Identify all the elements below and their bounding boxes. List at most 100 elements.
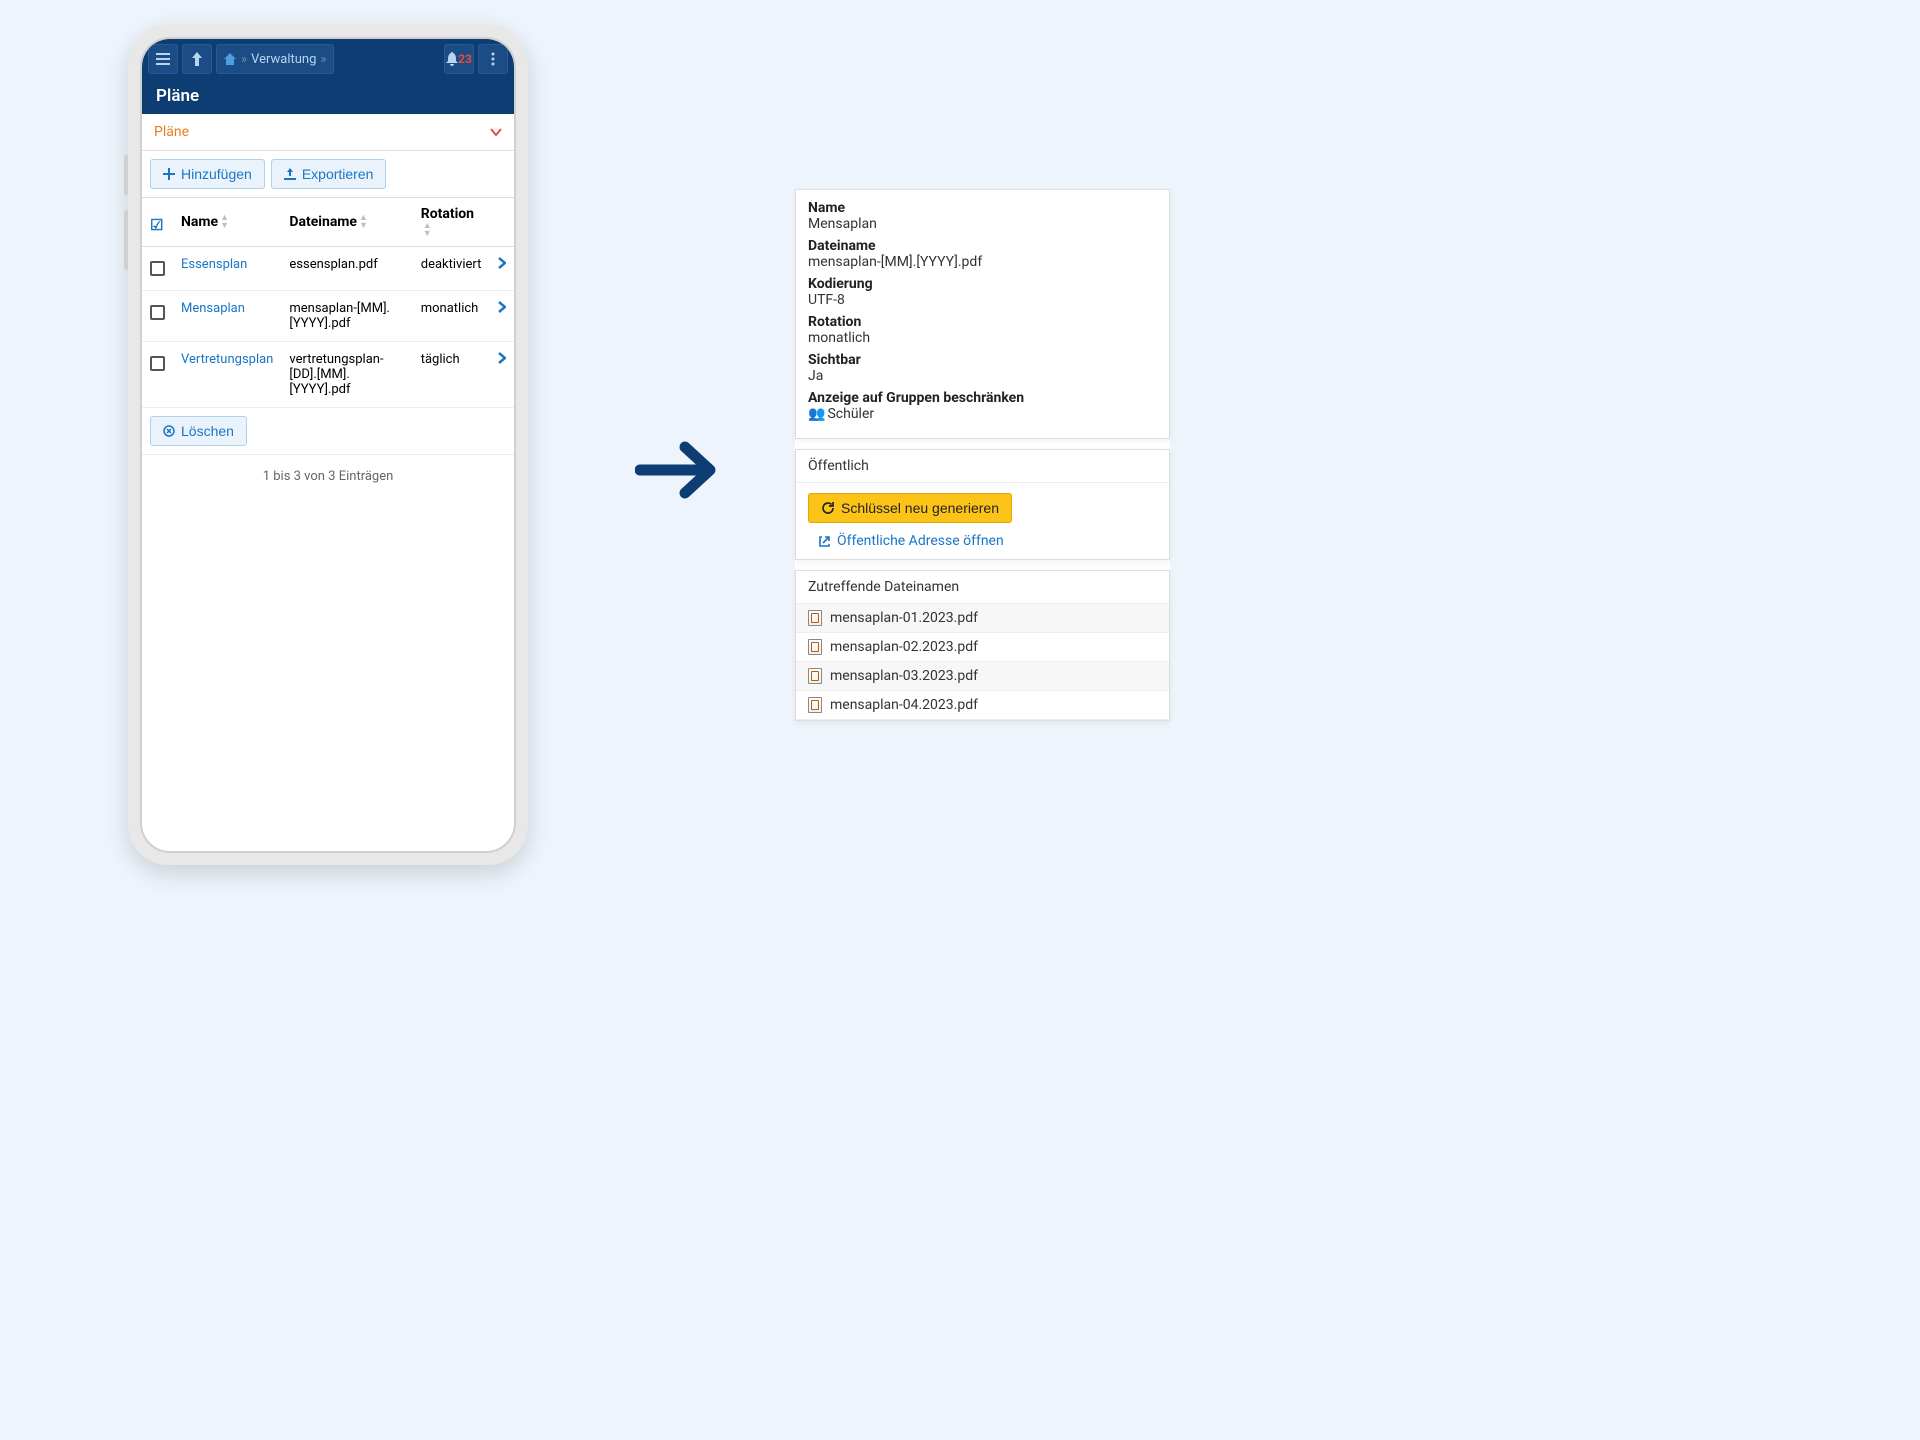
plus-icon [163,168,175,180]
row-filename: vertretungsplan-[DD].[MM].[YYYY].pdf [281,342,412,408]
row-filename: mensaplan-[MM].[YYYY].pdf [281,291,412,342]
add-label: Hinzufügen [181,166,252,182]
detail-encoding-label: Kodierung [808,276,1157,292]
section-title: Pläne [154,124,189,140]
row-rotation: deaktiviert [413,247,490,291]
delete-label: Löschen [181,423,234,439]
row-rotation: monatlich [413,291,490,342]
column-name[interactable]: Name▲▼ [173,198,281,247]
notification-button[interactable]: 23 [444,44,474,74]
sort-icon: ▲▼ [220,214,229,230]
file-name: mensaplan-01.2023.pdf [830,610,978,626]
detail-name-label: Name [808,200,1157,216]
select-all-column[interactable]: ☑ [142,198,173,247]
breadcrumb-separator: » [241,52,247,67]
arrow-up-icon [191,52,203,66]
refresh-icon [821,501,835,515]
row-checkbox-cell[interactable] [142,342,173,408]
detail-filename-value: mensaplan-[MM].[YYYY].pdf [808,254,1157,270]
external-link-icon [818,535,831,548]
dots-vertical-icon [491,52,495,66]
detail-panel: NameMensaplan Dateinamemensaplan-[MM].[Y… [795,189,1170,721]
section-header[interactable]: Pläne [142,114,514,151]
transition-arrow [630,430,730,510]
plans-table: ☑ Name▲▼ Dateiname▲▼ Rotation▲▼ Essenspl… [142,197,514,408]
file-item[interactable]: mensaplan-01.2023.pdf [796,604,1169,633]
detail-rotation-label: Rotation [808,314,1157,330]
detail-visible-label: Sichtbar [808,352,1157,368]
sort-icon: ▲▼ [423,222,432,238]
checkbox-icon [150,356,165,371]
detail-encoding-value: UTF-8 [808,292,1157,308]
detail-groups-value: 👥 Schüler [808,406,1157,422]
menu-button[interactable] [148,44,178,74]
breadcrumb-item: Verwaltung [251,52,316,67]
check-all-icon: ☑ [150,216,163,234]
export-button[interactable]: Exportieren [271,159,387,189]
phone-side-button [124,210,128,270]
detail-name-value: Mensaplan [808,216,1157,232]
row-name-link[interactable]: Essensplan [181,257,247,272]
phone-mockup: » Verwaltung » 23 Pläne Pläne [128,25,528,865]
delete-icon [163,425,175,437]
table-row[interactable]: Mensaplan mensaplan-[MM].[YYYY].pdf mona… [142,291,514,342]
detail-filename-label: Dateiname [808,238,1157,254]
detail-rotation-value: monatlich [808,330,1157,346]
file-name: mensaplan-04.2023.pdf [830,697,978,713]
app-header: » Verwaltung » 23 Pläne [142,39,514,114]
page-title: Pläne [142,79,514,114]
column-rotation[interactable]: Rotation▲▼ [413,198,490,247]
file-icon [808,697,822,713]
file-name: mensaplan-03.2023.pdf [830,668,978,684]
breadcrumb-separator: » [320,52,326,67]
phone-side-button [124,155,128,195]
row-name-link[interactable]: Vertretungsplan [181,352,273,367]
row-expand[interactable] [490,247,514,291]
row-name-link[interactable]: Mensaplan [181,301,245,316]
checkbox-icon [150,305,165,320]
column-filename[interactable]: Dateiname▲▼ [281,198,412,247]
table-row[interactable]: Vertretungsplan vertretungsplan-[DD].[MM… [142,342,514,408]
row-expand[interactable] [490,342,514,408]
regenerate-key-label: Schlüssel neu generieren [841,500,999,516]
notification-count: 23 [458,52,472,66]
table-row[interactable]: Essensplan essensplan.pdf deaktiviert [142,247,514,291]
public-header: Öffentlich [796,450,1169,483]
up-button[interactable] [182,44,212,74]
chevron-right-icon [498,301,506,313]
row-filename: essensplan.pdf [281,247,412,291]
open-public-url-link[interactable]: Öffentliche Adresse öffnen [808,533,1004,549]
home-icon [223,52,237,66]
chevron-down-icon [490,128,502,136]
detail-groups-label: Anzeige auf Gruppen beschränken [808,390,1157,406]
export-label: Exportieren [302,166,374,182]
row-expand[interactable] [490,291,514,342]
bell-icon [446,52,458,66]
sort-icon: ▲▼ [359,214,368,230]
checkbox-icon [150,261,165,276]
row-rotation: täglich [413,342,490,408]
add-button[interactable]: Hinzufügen [150,159,265,189]
file-icon [808,639,822,655]
file-item[interactable]: mensaplan-04.2023.pdf [796,691,1169,720]
detail-visible-value: Ja [808,368,1157,384]
chevron-right-icon [498,352,506,364]
breadcrumb[interactable]: » Verwaltung » [216,44,334,74]
row-checkbox-cell[interactable] [142,291,173,342]
hamburger-icon [156,53,170,65]
table-footer-info: 1 bis 3 von 3 Einträgen [142,454,514,498]
export-icon [284,168,296,180]
file-item[interactable]: mensaplan-03.2023.pdf [796,662,1169,691]
chevron-right-icon [498,257,506,269]
more-button[interactable] [478,44,508,74]
file-name: mensaplan-02.2023.pdf [830,639,978,655]
file-icon [808,610,822,626]
delete-button[interactable]: Löschen [150,416,247,446]
file-item[interactable]: mensaplan-02.2023.pdf [796,633,1169,662]
file-icon [808,668,822,684]
group-icon: 👥 [808,406,824,422]
row-checkbox-cell[interactable] [142,247,173,291]
regenerate-key-button[interactable]: Schlüssel neu generieren [808,493,1012,523]
open-public-url-label: Öffentliche Adresse öffnen [837,533,1004,549]
filenames-header: Zutreffende Dateinamen [796,571,1169,604]
